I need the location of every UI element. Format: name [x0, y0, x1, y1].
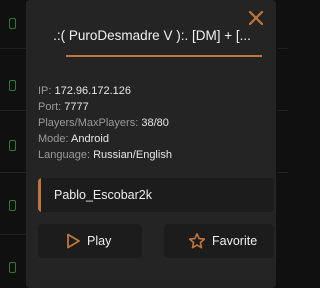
- info-value: Android: [71, 133, 109, 145]
- info-key: IP:: [38, 85, 52, 97]
- nickname-value: Pablo_Escobar2k: [54, 188, 152, 202]
- info-value: 7777: [64, 101, 89, 113]
- info-value: 38/80: [141, 117, 169, 129]
- bg-status-icon: [9, 262, 16, 273]
- info-key: Players/MaxPlayers:: [38, 117, 139, 129]
- server-title: .:( PuroDesmadre V ):. [DM] + [...: [53, 28, 251, 43]
- bg-status-icon: [9, 200, 16, 211]
- nickname-field[interactable]: Pablo_Escobar2k: [38, 178, 274, 212]
- info-row-ip: IP: 172.96.172.126: [38, 83, 172, 99]
- play-icon: [67, 233, 80, 249]
- info-key: Mode:: [38, 133, 69, 145]
- info-row-language: Language: Russian/English: [38, 147, 172, 163]
- info-row-mode: Mode: Android: [38, 131, 172, 147]
- server-info-dialog: .:( PuroDesmadre V ):. [DM] + [... IP: 1…: [26, 0, 276, 288]
- bg-status-icon: [9, 80, 16, 91]
- close-icon: [248, 10, 264, 26]
- bg-divider: [278, 172, 288, 173]
- info-key: Port:: [38, 101, 62, 113]
- title-divider: [66, 55, 262, 57]
- play-label: Play: [87, 234, 112, 248]
- screen: .:( PuroDesmadre V ):. [DM] + [... IP: 1…: [0, 0, 288, 288]
- play-button[interactable]: Play: [38, 224, 142, 258]
- bg-status-icon: [9, 140, 16, 151]
- nickname-accent: [38, 178, 41, 212]
- info-value: 172.96.172.126: [54, 85, 131, 97]
- favorite-label: Favorite: [212, 234, 258, 248]
- close-button[interactable]: [246, 8, 266, 28]
- bg-divider: [278, 48, 288, 49]
- bg-status-icon: [9, 18, 16, 29]
- server-info: IP: 172.96.172.126 Port: 7777 Players/Ma…: [38, 83, 172, 163]
- star-icon: [188, 233, 206, 249]
- favorite-button[interactable]: Favorite: [164, 224, 274, 258]
- info-row-port: Port: 7777: [38, 99, 172, 115]
- bg-divider: [278, 110, 288, 111]
- info-key: Language:: [38, 149, 90, 161]
- info-value: Russian/English: [93, 149, 172, 161]
- info-row-players: Players/MaxPlayers: 38/80: [38, 115, 172, 131]
